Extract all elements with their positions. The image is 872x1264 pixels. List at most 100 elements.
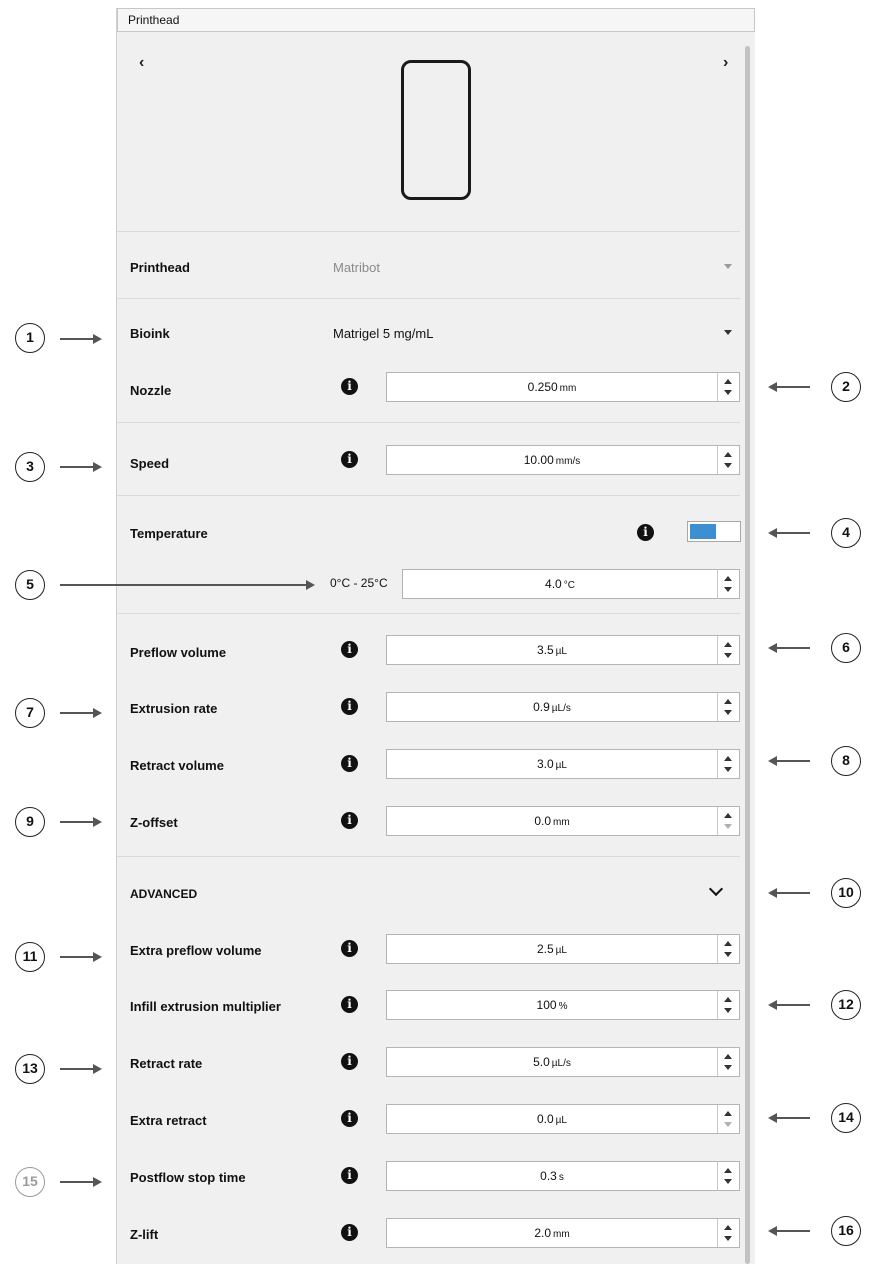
arrow-right-icon: [60, 709, 102, 717]
arrow-left-icon: [768, 383, 810, 391]
increment-icon[interactable]: [724, 997, 732, 1002]
info-icon[interactable]: i: [637, 524, 654, 541]
temperature-toggle[interactable]: [687, 521, 741, 542]
retract-volume-spinbox[interactable]: 3.0 µL: [386, 749, 740, 779]
printhead-select[interactable]: Matribot: [333, 260, 380, 275]
arrow-left-icon: [768, 1001, 810, 1009]
info-icon[interactable]: i: [341, 1110, 358, 1127]
z-offset-value: 0.0: [534, 814, 551, 828]
temperature-label: Temperature: [130, 526, 208, 541]
arrow-left-icon: [768, 1114, 810, 1122]
decrement-icon[interactable]: [724, 824, 732, 829]
advanced-section-title[interactable]: ADVANCED: [130, 887, 197, 901]
arrow-left-icon: [768, 529, 810, 537]
callout-1: 1: [15, 323, 45, 353]
decrement-icon[interactable]: [724, 587, 732, 592]
info-icon[interactable]: i: [341, 1053, 358, 1070]
info-icon[interactable]: i: [341, 940, 358, 957]
extra-preflow-volume-spinbox[interactable]: 2.5 µL: [386, 934, 740, 964]
infill-extrusion-multiplier-label: Infill extrusion multiplier: [130, 999, 281, 1014]
z-lift-spinbox[interactable]: 2.0 mm: [386, 1218, 740, 1248]
carousel-next-button[interactable]: ›: [723, 54, 728, 72]
extra-retract-spinbox[interactable]: 0.0 µL: [386, 1104, 740, 1134]
extra-retract-value: 0.0: [536, 1112, 554, 1126]
infill-extrusion-multiplier-unit: %: [558, 1001, 568, 1012]
nozzle-spinbox[interactable]: 0.250 mm: [386, 372, 740, 402]
speed-value: 10.00: [523, 453, 554, 467]
increment-icon[interactable]: [724, 642, 732, 647]
info-icon[interactable]: i: [341, 641, 358, 658]
info-icon[interactable]: i: [341, 1224, 358, 1241]
arrow-right-icon: [60, 581, 315, 589]
extrusion-rate-spinbox[interactable]: 0.9 µL/s: [386, 692, 740, 722]
increment-icon[interactable]: [724, 452, 732, 457]
increment-icon[interactable]: [724, 1168, 732, 1173]
decrement-icon[interactable]: [724, 767, 732, 772]
z-lift-label: Z-lift: [130, 1227, 159, 1242]
retract-rate-spinbox[interactable]: 5.0 µL/s: [386, 1047, 740, 1077]
extra-preflow-volume-label: Extra preflow volume: [130, 943, 262, 958]
postflow-stop-time-unit: s: [558, 1172, 564, 1183]
decrement-icon[interactable]: [724, 710, 732, 715]
decrement-icon[interactable]: [724, 1179, 732, 1184]
infill-extrusion-multiplier-spinbox[interactable]: 100%: [386, 990, 740, 1020]
increment-icon[interactable]: [724, 1054, 732, 1059]
decrement-icon[interactable]: [724, 390, 732, 395]
info-icon[interactable]: i: [341, 1167, 358, 1184]
callout-8: 8: [831, 746, 861, 776]
retract-volume-label: Retract volume: [130, 758, 224, 773]
bioink-select[interactable]: Matrigel 5 mg/mL: [333, 326, 433, 341]
printhead-dropdown-caret-icon[interactable]: [724, 264, 732, 269]
info-icon[interactable]: i: [341, 996, 358, 1013]
postflow-stop-time-value: 0.3: [540, 1169, 557, 1183]
decrement-icon[interactable]: [724, 463, 732, 468]
callout-11: 11: [15, 942, 45, 972]
postflow-stop-time-spinbox[interactable]: 0.3 s: [386, 1161, 740, 1191]
increment-icon[interactable]: [724, 379, 732, 384]
info-icon[interactable]: i: [341, 812, 358, 829]
retract-volume-unit: µL: [555, 760, 567, 771]
arrow-left-icon: [768, 889, 810, 897]
decrement-icon[interactable]: [724, 952, 732, 957]
info-icon[interactable]: i: [341, 755, 358, 772]
retract-rate-unit: µL/s: [551, 1058, 571, 1069]
speed-spinbox[interactable]: 10.00 mm/s: [386, 445, 740, 475]
decrement-icon[interactable]: [724, 1065, 732, 1070]
carousel-prev-button[interactable]: ‹: [139, 54, 144, 72]
decrement-icon[interactable]: [724, 1008, 732, 1013]
increment-icon[interactable]: [724, 941, 732, 946]
increment-icon[interactable]: [724, 756, 732, 761]
decrement-icon[interactable]: [724, 653, 732, 658]
extrusion-rate-value: 0.9: [533, 700, 550, 714]
arrow-right-icon: [60, 1065, 102, 1073]
extrusion-rate-label: Extrusion rate: [130, 701, 218, 716]
info-icon[interactable]: i: [341, 451, 358, 468]
info-icon[interactable]: i: [341, 698, 358, 715]
callout-9: 9: [15, 807, 45, 837]
divider: [117, 298, 740, 299]
callout-5: 5: [15, 570, 45, 600]
infill-extrusion-multiplier-value: 100: [536, 998, 557, 1012]
bioink-dropdown-caret-icon[interactable]: [724, 330, 732, 335]
z-offset-unit: mm: [553, 817, 570, 828]
preflow-volume-label: Preflow volume: [130, 645, 227, 660]
callout-15: 15: [15, 1167, 45, 1197]
increment-icon[interactable]: [724, 699, 732, 704]
increment-icon[interactable]: [724, 1111, 732, 1116]
increment-icon[interactable]: [724, 813, 732, 818]
increment-icon[interactable]: [724, 1225, 732, 1230]
temperature-spinbox[interactable]: 4.0 °C: [402, 569, 740, 599]
z-lift-unit: mm: [553, 1229, 570, 1240]
info-icon[interactable]: i: [341, 378, 358, 395]
decrement-icon[interactable]: [724, 1236, 732, 1241]
increment-icon[interactable]: [724, 576, 732, 581]
z-offset-spinbox[interactable]: 0.0 mm: [386, 806, 740, 836]
preflow-volume-spinbox[interactable]: 3.5 µL: [386, 635, 740, 665]
arrow-right-icon: [60, 463, 102, 471]
arrow-right-icon: [60, 335, 102, 343]
arrow-left-icon: [768, 1227, 810, 1235]
decrement-icon[interactable]: [724, 1122, 732, 1127]
divider: [117, 613, 740, 614]
z-lift-value: 2.0: [534, 1226, 551, 1240]
scrollbar[interactable]: [745, 46, 750, 1264]
